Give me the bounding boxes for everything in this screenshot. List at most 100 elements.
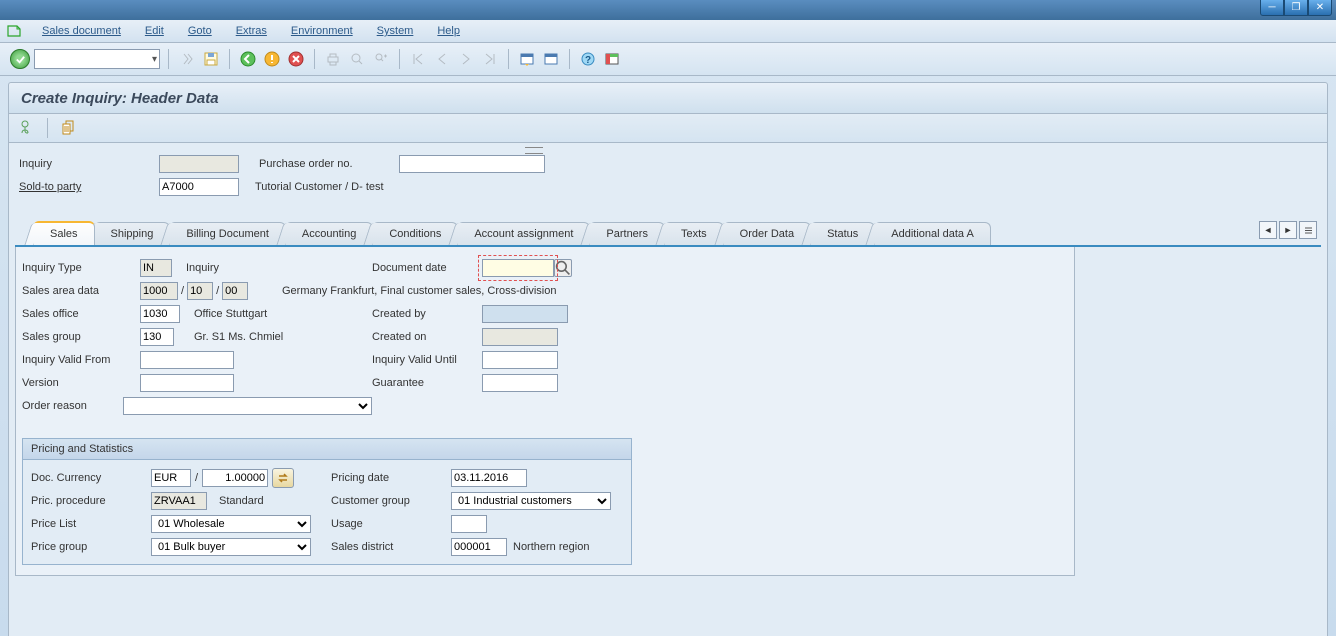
page-title: Create Inquiry: Header Data bbox=[21, 90, 219, 107]
pricing-procedure-label: Pric. procedure bbox=[29, 495, 151, 507]
pricing-date-field[interactable] bbox=[451, 469, 527, 487]
help-button[interactable]: ? bbox=[578, 49, 598, 69]
tab-sales[interactable]: Sales bbox=[33, 221, 95, 245]
valid-until-label: Inquiry Valid Until bbox=[372, 354, 482, 366]
document-date-f4-button[interactable] bbox=[554, 259, 572, 277]
document-date-field[interactable] bbox=[482, 259, 554, 277]
valid-until-field[interactable] bbox=[482, 351, 558, 369]
tab-scroll-left-button[interactable]: ◄ bbox=[1259, 221, 1277, 239]
price-group-select[interactable]: 01 Bulk buyer bbox=[151, 538, 311, 556]
tab-additional-data-a[interactable]: Additional data A bbox=[874, 222, 991, 245]
close-button[interactable]: ✕ bbox=[1308, 0, 1332, 16]
sales-office-description: Office Stuttgart bbox=[194, 308, 267, 320]
exchange-rate-field[interactable] bbox=[202, 469, 268, 487]
created-on-label: Created on bbox=[372, 331, 482, 343]
tab-scroll-right-button[interactable]: ► bbox=[1279, 221, 1297, 239]
tab-account-assignment[interactable]: Account assignment bbox=[457, 222, 590, 245]
header-fields: Inquiry Purchase order no. Sold-to party… bbox=[15, 149, 1321, 207]
exit-button[interactable] bbox=[262, 49, 282, 69]
version-field[interactable] bbox=[140, 374, 234, 392]
tab-accounting[interactable]: Accounting bbox=[285, 222, 373, 245]
order-reason-label: Order reason bbox=[22, 400, 123, 412]
currency-convert-button[interactable] bbox=[272, 468, 294, 488]
menu-extras[interactable]: Extras bbox=[224, 22, 279, 40]
header-output-icon[interactable] bbox=[60, 119, 76, 138]
menu-environment[interactable]: Environment bbox=[279, 22, 365, 40]
valid-from-field[interactable] bbox=[140, 351, 234, 369]
sales-org-field[interactable] bbox=[140, 282, 178, 300]
cancel-button[interactable] bbox=[286, 49, 306, 69]
sales-district-label: Sales district bbox=[331, 541, 451, 553]
restore-button[interactable]: ❐ bbox=[1284, 0, 1308, 16]
menu-goto[interactable]: Goto bbox=[176, 22, 224, 40]
sales-district-field[interactable] bbox=[451, 538, 507, 556]
display-header-details-icon[interactable] bbox=[19, 119, 35, 138]
doc-currency-field[interactable] bbox=[151, 469, 191, 487]
content-area: Inquiry Purchase order no. Sold-to party… bbox=[8, 143, 1328, 636]
tab-conditions[interactable]: Conditions bbox=[372, 222, 458, 245]
tab-shipping[interactable]: Shipping bbox=[94, 222, 171, 245]
application-toolbar bbox=[8, 114, 1328, 143]
sales-office-label: Sales office bbox=[22, 308, 140, 320]
po-field[interactable] bbox=[399, 155, 545, 173]
find-next-button bbox=[371, 49, 391, 69]
shortcut-button[interactable] bbox=[541, 49, 561, 69]
sales-area-description: Germany Frankfurt, Final customer sales,… bbox=[282, 285, 556, 297]
find-button bbox=[347, 49, 367, 69]
soldto-field[interactable] bbox=[159, 178, 239, 196]
guarantee-field[interactable] bbox=[482, 374, 558, 392]
minimize-button[interactable]: ─ bbox=[1260, 0, 1284, 16]
price-group-label: Price group bbox=[29, 541, 151, 553]
window-controls: ─ ❐ ✕ bbox=[1260, 0, 1332, 16]
document-date-label: Document date bbox=[372, 262, 482, 274]
sales-area-label: Sales area data bbox=[22, 285, 140, 297]
menu-help[interactable]: Help bbox=[425, 22, 472, 40]
layout-button[interactable] bbox=[602, 49, 622, 69]
inquiry-type-field[interactable] bbox=[140, 259, 172, 277]
soldto-description: Tutorial Customer / D- test bbox=[255, 181, 384, 193]
customer-group-label: Customer group bbox=[331, 495, 451, 507]
created-by-label: Created by bbox=[372, 308, 482, 320]
tab-order-data[interactable]: Order Data bbox=[723, 222, 811, 245]
usage-field[interactable] bbox=[451, 515, 487, 533]
division-field[interactable] bbox=[222, 282, 248, 300]
soldto-label[interactable]: Sold-to party bbox=[15, 181, 159, 193]
menu-system[interactable]: System bbox=[365, 22, 426, 40]
menu-edit[interactable]: Edit bbox=[133, 22, 176, 40]
sales-office-field[interactable] bbox=[140, 305, 180, 323]
menu-icon[interactable] bbox=[6, 23, 22, 39]
new-session-button[interactable] bbox=[517, 49, 537, 69]
enter-button[interactable] bbox=[10, 49, 30, 69]
sales-group-field[interactable] bbox=[140, 328, 174, 346]
created-on-field bbox=[482, 328, 558, 346]
tab-partners[interactable]: Partners bbox=[589, 222, 665, 245]
guarantee-label: Guarantee bbox=[372, 377, 482, 389]
save-button[interactable] bbox=[201, 49, 221, 69]
customer-group-select[interactable]: 01 Industrial customers bbox=[451, 492, 611, 510]
tab-strip: Sales Shipping Billing Document Accounti… bbox=[15, 219, 1321, 247]
pricing-section-title: Pricing and Statistics bbox=[23, 439, 631, 460]
prev-page-button bbox=[432, 49, 452, 69]
back-button[interactable] bbox=[238, 49, 258, 69]
first-page-button bbox=[408, 49, 428, 69]
price-list-label: Price List bbox=[29, 518, 151, 530]
tab-billing-document[interactable]: Billing Document bbox=[169, 222, 286, 245]
drag-handle-icon[interactable] bbox=[525, 147, 545, 155]
order-reason-select[interactable] bbox=[123, 397, 372, 415]
price-list-select[interactable]: 01 Wholesale bbox=[151, 515, 311, 533]
inquiry-field[interactable] bbox=[159, 155, 239, 173]
inquiry-type-description: Inquiry bbox=[186, 262, 219, 274]
title-bar: ─ ❐ ✕ bbox=[0, 0, 1336, 20]
pricing-procedure-field[interactable] bbox=[151, 492, 207, 510]
tab-list-button[interactable] bbox=[1299, 221, 1317, 239]
menu-sales-document[interactable]: Sales document bbox=[30, 22, 133, 40]
dist-channel-field[interactable] bbox=[187, 282, 213, 300]
command-field[interactable] bbox=[34, 49, 160, 69]
sales-tab-body: Inquiry Type Inquiry Sales area data / / bbox=[15, 247, 1075, 576]
svg-text:?: ? bbox=[585, 55, 591, 66]
doc-currency-label: Doc. Currency bbox=[29, 472, 151, 484]
sales-district-description: Northern region bbox=[513, 541, 589, 553]
pricing-procedure-description: Standard bbox=[219, 495, 264, 507]
print-button bbox=[323, 49, 343, 69]
page-title-bar: Create Inquiry: Header Data bbox=[8, 82, 1328, 114]
